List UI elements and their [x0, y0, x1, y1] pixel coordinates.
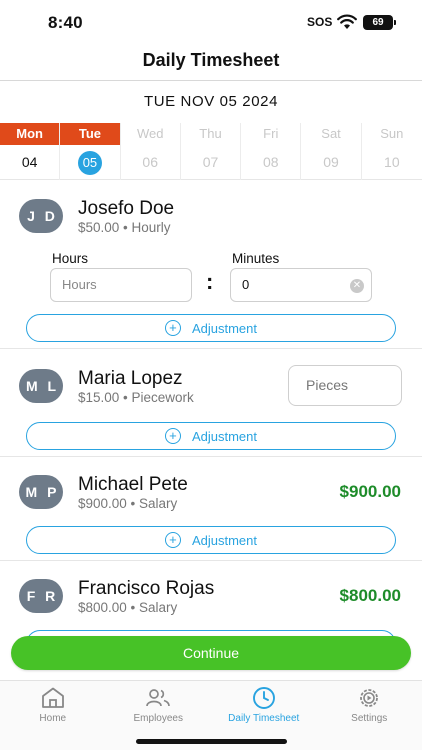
day-name: Fri — [263, 126, 279, 141]
header-divider — [0, 80, 422, 81]
employee-rate: $800.00 • Salary — [78, 600, 178, 615]
minutes-input[interactable]: 0 ✕ — [230, 268, 372, 302]
employee-name: Francisco Rojas — [78, 578, 215, 599]
day-name: Sat — [321, 126, 341, 141]
day-number: 08 — [262, 154, 279, 170]
selected-date: TUE NOV 05 2024 — [143, 93, 279, 110]
day-mon[interactable]: Mon 04 — [0, 123, 61, 180]
day-wed[interactable]: Wed 06 — [121, 123, 181, 180]
time-separator: : — [206, 269, 214, 294]
adjustment-label: Adjustment — [191, 320, 258, 336]
clock-icon — [252, 687, 275, 709]
day-number: 06 — [142, 154, 158, 170]
day-name: Sun — [380, 126, 404, 141]
tab-label: Settings — [351, 713, 388, 724]
status-time: 8:40 — [48, 13, 83, 32]
sos-indicator: SOS — [307, 15, 333, 29]
employee-rate: $15.00 • Piecework — [78, 390, 194, 405]
battery-icon: 69 — [363, 15, 396, 30]
day-number: 04 — [21, 154, 38, 170]
hours-input[interactable]: Hours — [50, 268, 192, 302]
selected-day-badge: 05 — [77, 151, 102, 175]
day-number: 09 — [323, 154, 339, 170]
avatar: J D — [19, 199, 63, 233]
avatar: F R — [19, 579, 63, 613]
adjustment-label: Adjustment — [191, 532, 258, 548]
home-icon — [41, 687, 64, 708]
employee-card-michael-pete: M P Michael Pete $900.00 • Salary $900.0… — [0, 457, 422, 561]
day-thu[interactable]: Thu 07 — [181, 123, 242, 180]
employee-name: Josefo Doe — [78, 198, 175, 219]
adjustment-button[interactable]: + Adjustment — [26, 314, 396, 342]
adjustment-button[interactable]: + Adjustment — [26, 422, 396, 450]
day-name: Mon — [0, 123, 60, 145]
day-number: 10 — [384, 154, 400, 170]
plus-circle-icon: + — [164, 320, 181, 336]
pieces-input[interactable]: Pieces — [288, 365, 402, 406]
day-number: 05 — [60, 145, 119, 180]
pay-amount: $800.00 — [339, 586, 401, 605]
status-bar: 8:40 SOS 69 — [0, 0, 422, 44]
employee-rate: $50.00 • Hourly — [78, 220, 171, 235]
plus-circle-icon: + — [164, 428, 181, 444]
employee-name: Michael Pete — [78, 474, 188, 495]
plus-circle-icon: + — [164, 532, 181, 548]
tab-label: Daily Timesheet — [228, 713, 300, 724]
day-name: Wed — [136, 126, 164, 141]
day-sun[interactable]: Sun 10 — [362, 123, 422, 180]
page-title: Daily Timesheet — [142, 50, 280, 70]
week-day-selector: Mon 04 Tue 05 Wed 06 Thu 07 Fri 08 Sat 0… — [0, 123, 422, 180]
tab-label: Home — [39, 713, 67, 724]
continue-button[interactable]: Continue — [11, 636, 411, 670]
home-indicator — [136, 739, 287, 744]
employee-name: Maria Lopez — [78, 368, 183, 389]
wifi-icon — [337, 14, 357, 29]
tab-label: Employees — [133, 713, 183, 724]
pay-amount: $900.00 — [339, 482, 401, 501]
adjustment-button[interactable]: + Adjustment — [26, 526, 396, 554]
day-sat[interactable]: Sat 09 — [301, 123, 362, 180]
day-name: Thu — [199, 126, 222, 141]
day-name: Tue — [60, 123, 120, 145]
employee-card-maria-lopez: M L Maria Lopez $15.00 • Piecework Piece… — [0, 349, 422, 457]
hours-label: Hours — [52, 251, 89, 266]
day-tue[interactable]: Tue 05 — [60, 123, 121, 180]
adjustment-label: Adjustment — [191, 428, 258, 444]
employee-card-josefo-doe: J D Josefo Doe $50.00 • Hourly Hours Min… — [0, 181, 422, 349]
avatar: M P — [19, 475, 63, 509]
employees-icon — [146, 689, 171, 707]
employee-rate: $900.00 • Salary — [78, 496, 178, 511]
day-number: 07 — [202, 154, 219, 170]
avatar: M L — [19, 369, 63, 403]
minutes-label: Minutes — [232, 251, 280, 266]
day-fri[interactable]: Fri 08 — [241, 123, 302, 180]
tab-settings[interactable]: Settings — [317, 681, 422, 750]
minutes-value: 0 — [242, 277, 250, 292]
settings-icon — [360, 689, 379, 707]
tab-home[interactable]: Home — [0, 681, 106, 750]
clear-icon[interactable]: ✕ — [350, 279, 364, 293]
